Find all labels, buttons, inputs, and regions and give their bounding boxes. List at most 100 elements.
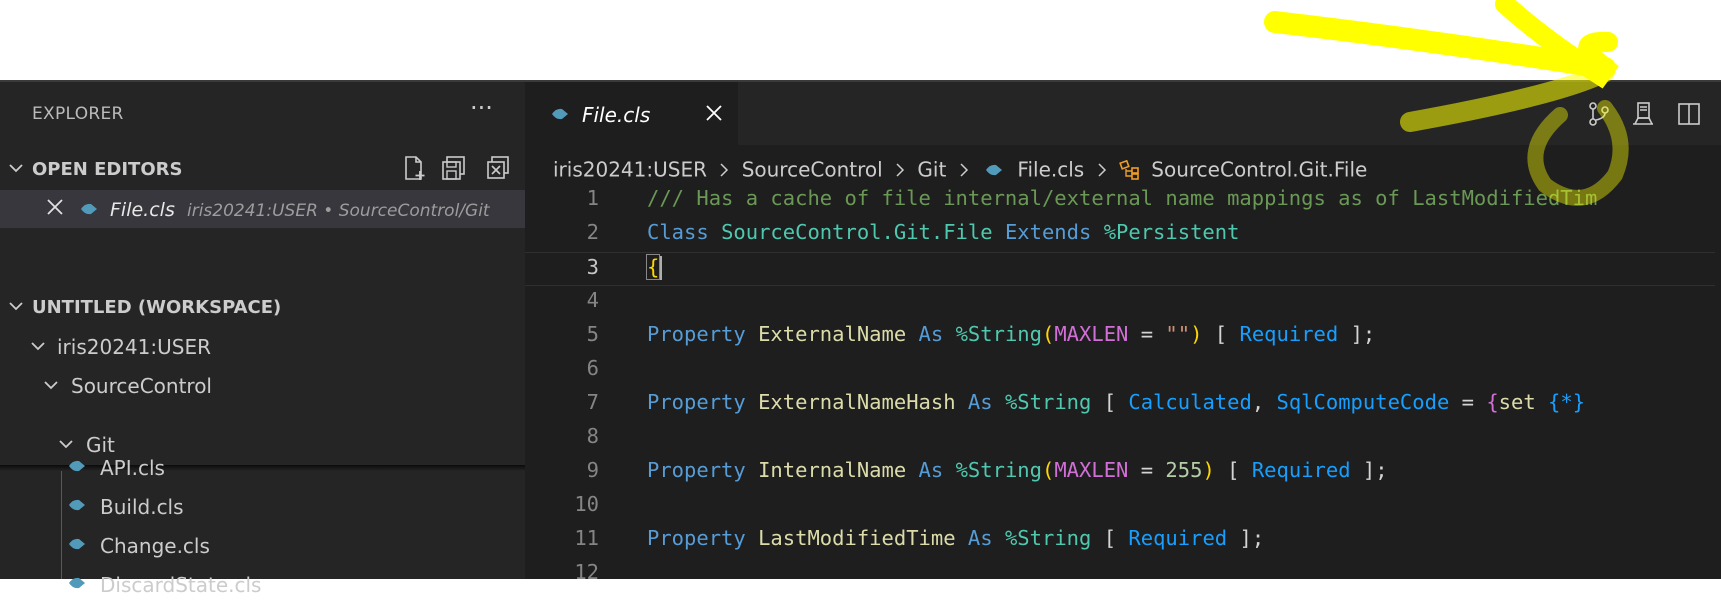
more-actions-icon[interactable]: ··· [470, 94, 493, 122]
vscode-window: EXPLORER ··· OPEN EDITORS File.cls iris2… [0, 80, 1721, 597]
tree-folder-sourcecontrol[interactable]: SourceControl [0, 366, 525, 404]
close-all-icon[interactable] [484, 154, 512, 182]
tab-file-cls[interactable]: File.cls [525, 82, 738, 145]
code-param: MAXLEN [1054, 458, 1129, 482]
explorer-sidebar: EXPLORER ··· OPEN EDITORS File.cls iris2… [0, 82, 525, 597]
chevron-down-icon [9, 164, 23, 173]
code-keyword: set [1498, 390, 1536, 414]
chevron-right-icon [720, 162, 729, 177]
breadcrumb-item[interactable]: SourceControl.Git.File [1151, 158, 1367, 182]
cls-file-icon [69, 577, 85, 589]
code-keyword: As [967, 526, 993, 550]
chevron-down-icon [31, 342, 45, 351]
remote-icon[interactable] [1629, 100, 1657, 128]
cls-file-icon [986, 164, 1003, 175]
cls-file-icon [81, 203, 97, 215]
line-number: 11 [574, 526, 599, 550]
cls-file-icon [69, 499, 85, 511]
tree-folder-root[interactable]: iris20241:USER [0, 327, 525, 365]
cls-file-icon [69, 460, 85, 472]
code-star: {*} [1548, 390, 1586, 414]
code-brace: { [645, 254, 661, 280]
split-editor-icon[interactable] [1675, 100, 1703, 128]
line-number: 3 [586, 255, 599, 279]
source-control-icon[interactable] [1585, 100, 1613, 128]
code-keyword: As [967, 390, 993, 414]
code-keyword: Extends [1004, 220, 1092, 244]
code-line: 2 Class SourceControl.Git.File Extends %… [525, 218, 1721, 252]
code-keyword: Calculated [1128, 390, 1252, 414]
line-number: 8 [586, 424, 599, 448]
workspace-label: UNTITLED (WORKSPACE) [32, 297, 282, 318]
workspace-section[interactable]: UNTITLED (WORKSPACE) [0, 288, 525, 326]
code-member-name: LastModifiedTime [758, 526, 956, 550]
file-item[interactable]: Build.cls [0, 487, 525, 525]
save-all-icon[interactable] [440, 154, 468, 182]
code-number: 255 [1165, 458, 1203, 482]
explorer-header: EXPLORER ··· [0, 82, 525, 136]
breadcrumb-item[interactable]: SourceControl [742, 158, 883, 182]
code-line: 7 Property ExternalNameHash As %String [… [525, 388, 1721, 422]
desktop-background [0, 0, 1721, 80]
open-editor-item[interactable]: File.cls iris20241:USER • SourceControl/… [0, 190, 525, 228]
file-item[interactable]: DiscardState.cls [0, 565, 525, 603]
chevron-right-icon [960, 162, 968, 177]
tab-label: File.cls [582, 103, 651, 127]
file-label: Change.cls [100, 534, 210, 558]
file-item[interactable]: API.cls [0, 448, 525, 486]
breadcrumb-item[interactable]: iris20241:USER [553, 158, 707, 182]
code-keyword: Property [647, 390, 746, 414]
new-file-icon[interactable] [400, 154, 428, 182]
open-editor-filename: File.cls [110, 199, 175, 221]
breadcrumb-item[interactable]: File.cls [1017, 158, 1084, 182]
code-type: %String [1004, 390, 1092, 414]
code-class-name: %Persistent [1103, 220, 1240, 244]
line-number: 6 [586, 356, 599, 380]
cls-file-icon [69, 538, 85, 550]
code-keyword: Class [647, 220, 709, 244]
code-type: %String [1004, 526, 1092, 550]
code-line: 4 [525, 286, 1721, 320]
line-number: 12 [574, 560, 599, 584]
chevron-down-icon [44, 381, 58, 390]
editor-area: File.cls iris20241:USER SourceControl Gi… [525, 82, 1721, 584]
code-line: 9 Property InternalName As %String(MAXLE… [525, 456, 1721, 490]
file-label: Build.cls [100, 495, 184, 519]
line-number: 1 [586, 186, 599, 210]
breadcrumb-item[interactable]: Git [917, 158, 946, 182]
explorer-title: EXPLORER [32, 104, 124, 124]
code-param: MAXLEN [1054, 322, 1129, 346]
code-type: %String [955, 322, 1042, 346]
line-number: 9 [586, 458, 599, 482]
line-number: 2 [586, 220, 599, 244]
code-member-name: InternalName [758, 458, 907, 482]
close-icon[interactable] [46, 198, 64, 216]
code-line: 5 Property ExternalName As %String(MAXLE… [525, 320, 1721, 354]
code-keyword: Required [1239, 322, 1339, 346]
close-icon[interactable] [705, 104, 723, 122]
class-symbol-icon [1119, 159, 1139, 180]
code-keyword: Property [647, 458, 746, 482]
folder-label: iris20241:USER [57, 335, 211, 359]
line-number: 4 [586, 288, 599, 312]
code-line: 6 [525, 354, 1721, 388]
code-keyword: Required [1251, 458, 1351, 482]
text-cursor [660, 256, 663, 280]
code-line: 10 [525, 490, 1721, 524]
file-item[interactable]: Change.cls [0, 526, 525, 564]
line-number: 10 [574, 492, 599, 516]
code-line: 12 [525, 558, 1721, 592]
code-line: 1 /// Has a cache of file internal/exter… [525, 184, 1721, 218]
code-string: "" [1165, 322, 1191, 346]
code-keyword: Property [647, 322, 746, 346]
code-class-name: SourceControl.Git.File [721, 220, 993, 244]
folder-label: SourceControl [71, 374, 212, 398]
code-editor[interactable]: 1 /// Has a cache of file internal/exter… [525, 184, 1721, 584]
code-keyword: Required [1128, 526, 1228, 550]
line-number: 5 [586, 322, 599, 346]
vertical-scrollbar[interactable] [1715, 184, 1721, 579]
file-label: API.cls [100, 456, 165, 480]
code-member-name: ExternalNameHash [758, 390, 956, 414]
tab-bar: File.cls [525, 82, 1721, 145]
chevron-right-icon [1098, 162, 1106, 177]
